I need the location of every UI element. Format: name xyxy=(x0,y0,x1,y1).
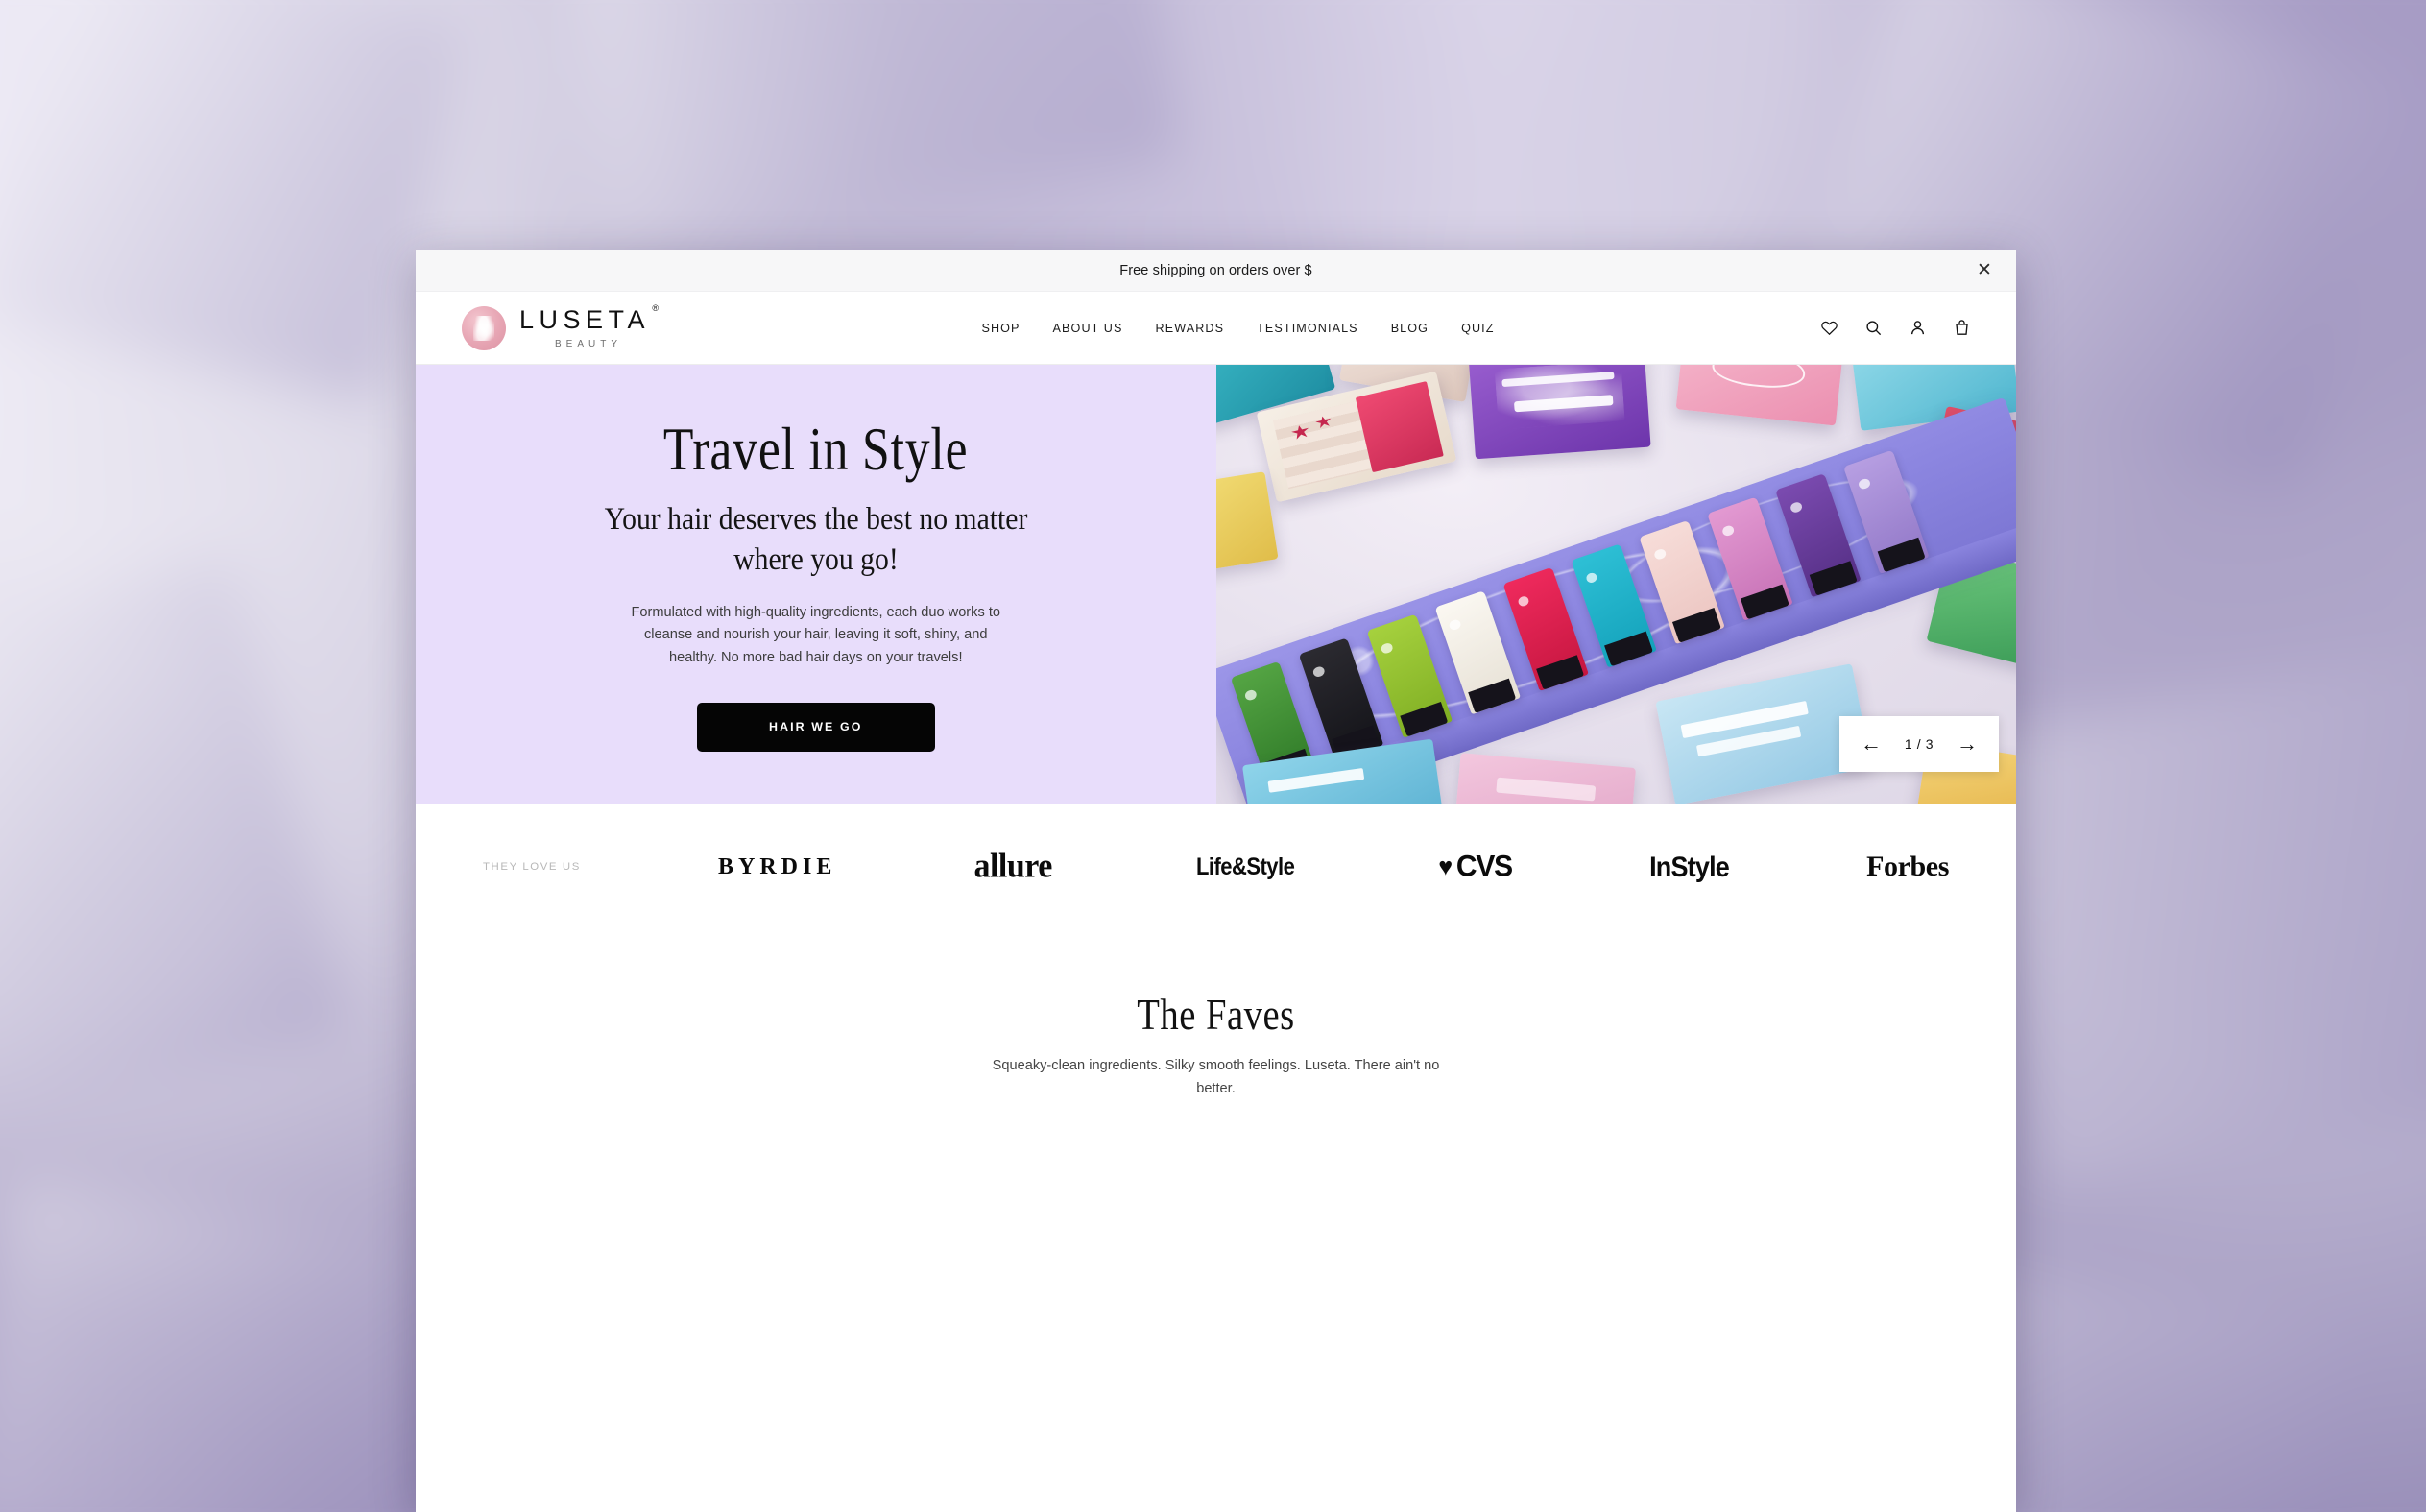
hair-we-go-button[interactable]: HAIR WE GO xyxy=(696,702,935,752)
cvs-wordmark: CVS xyxy=(1455,850,1513,883)
nav-item-about-us[interactable]: ABOUT US xyxy=(1053,322,1123,335)
instyle-logo[interactable]: InStyle xyxy=(1649,851,1730,883)
slider-counter: 1 / 3 xyxy=(1904,736,1934,752)
browser-viewport: Free shipping on orders over $ ✕ LUSETA ®… xyxy=(416,250,2016,1512)
wishlist-heart-icon[interactable] xyxy=(1818,318,1839,339)
account-icon[interactable] xyxy=(1907,318,1928,339)
hero-subtitle: Your hair deserves the best no matter wh… xyxy=(604,502,1028,578)
arrow-left-icon[interactable]: ← xyxy=(1861,733,1882,755)
nav-item-testimonials[interactable]: TESTIMONIALS xyxy=(1257,322,1358,335)
hero-section: Travel in Style Your hair deserves the b… xyxy=(416,365,2016,804)
cart-bag-icon[interactable] xyxy=(1951,318,1972,339)
press-logo-bar: THEY LOVE US BYRDIE allure Life&Style ♥ … xyxy=(416,804,2016,935)
faves-section: The Faves Squeaky-clean ingredients. Sil… xyxy=(416,935,2016,1101)
header-icons xyxy=(1818,318,1972,339)
brand-logo[interactable]: LUSETA ® BEAUTY xyxy=(462,302,660,350)
hero-copy-panel: Travel in Style Your hair deserves the b… xyxy=(416,365,1216,804)
press-label: THEY LOVE US xyxy=(483,861,581,873)
brand-tagline: BEAUTY xyxy=(555,338,623,349)
faves-subtitle: Squeaky-clean ingredients. Silky smooth … xyxy=(992,1058,1440,1096)
nav-item-blog[interactable]: BLOG xyxy=(1391,322,1429,335)
site-header: LUSETA ® BEAUTY SHOP ABOUT US REWARDS TES… xyxy=(416,292,2016,365)
life-and-style-logo[interactable]: Life&Style xyxy=(1196,853,1295,881)
search-icon[interactable] xyxy=(1862,318,1884,339)
nav-item-rewards[interactable]: REWARDS xyxy=(1156,322,1225,335)
byrdie-logo[interactable]: BYRDIE xyxy=(718,854,836,880)
nav-item-quiz[interactable]: QUIZ xyxy=(1461,322,1494,335)
announcement-bar: Free shipping on orders over $ ✕ xyxy=(416,250,2016,292)
faves-title: The Faves xyxy=(1137,990,1295,1039)
cvs-heart-icon: ♥ xyxy=(1438,852,1453,881)
hero-body-text: Formulated with high-quality ingredients… xyxy=(631,604,1000,665)
hero-title: Travel in Style xyxy=(663,416,969,484)
allure-logo[interactable]: allure xyxy=(973,848,1052,886)
announcement-text: Free shipping on orders over $ xyxy=(1119,262,1312,278)
nav-item-shop[interactable]: SHOP xyxy=(981,322,1020,335)
arrow-right-icon[interactable]: → xyxy=(1957,733,1978,755)
registered-trademark-icon: ® xyxy=(652,302,660,313)
forbes-logo[interactable]: Forbes xyxy=(1866,851,1949,883)
hero-slider-control: ← 1 / 3 → xyxy=(1839,716,1999,772)
brand-monogram-icon xyxy=(462,305,506,350)
main-nav: SHOP ABOUT US REWARDS TESTIMONIALS BLOG … xyxy=(981,322,1494,335)
cvs-logo[interactable]: ♥ CVS xyxy=(1438,850,1513,884)
close-icon[interactable]: ✕ xyxy=(1972,258,1997,283)
brand-name: LUSETA ® xyxy=(519,302,660,334)
hero-image[interactable]: ← 1 / 3 → xyxy=(1215,365,2016,804)
